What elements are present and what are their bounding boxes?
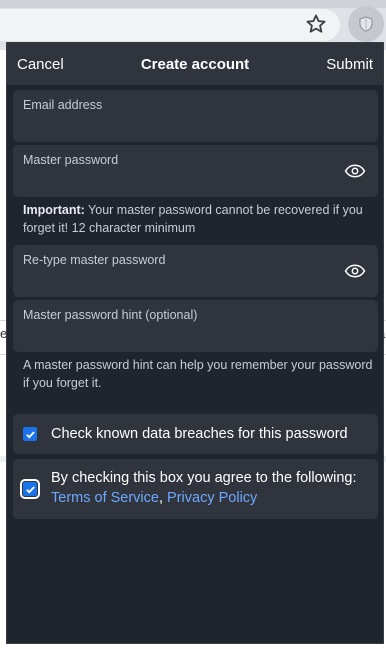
agree-label: By checking this box you agree to the fo… [51,470,357,486]
popup-header: Cancel Create account Submit [7,43,383,85]
master-password-label: Master password [23,153,119,167]
important-label: Important: [23,203,85,217]
page-title: Create account [140,55,250,73]
email-input[interactable] [23,118,323,136]
shield-icon [359,16,373,32]
create-account-popup: Cancel Create account Submit Email addre… [6,42,384,644]
hint-note: A master password hint can help you reme… [23,358,373,390]
cancel-button[interactable]: Cancel [17,56,64,73]
eye-icon[interactable] [344,264,366,278]
password-hint-field[interactable]: Master password hint (optional) [13,300,378,352]
email-field[interactable]: Email address [13,90,378,142]
link-separator: , [158,490,164,506]
important-note: Important: Your master password cannot b… [23,201,373,237]
breach-check-row[interactable]: Check known data breaches for this passw… [13,414,378,454]
check-icon [25,430,35,438]
retype-password-field[interactable]: Re-type master password [13,245,378,297]
check-icon [25,485,35,493]
hint-label: Master password hint (optional) [23,308,198,322]
terms-check-row[interactable]: By checking this box you agree to the fo… [13,459,378,519]
terms-of-service-link[interactable]: Terms of Service [51,490,159,506]
address-bar[interactable] [0,9,340,41]
star-icon[interactable] [304,12,328,36]
privacy-policy-link[interactable]: Privacy Policy [167,490,257,506]
breach-check-label: Check known data breaches for this passw… [51,426,348,442]
password-hint-input[interactable] [23,328,323,346]
master-password-field[interactable]: Master password [13,145,378,197]
eye-icon[interactable] [344,164,366,178]
extension-button[interactable] [348,6,384,42]
retype-password-input[interactable] [23,273,323,291]
submit-button[interactable]: Submit [326,56,373,73]
master-password-input[interactable] [23,173,323,191]
email-label: Email address [23,98,103,112]
breach-checkbox[interactable] [23,427,37,441]
terms-checkbox[interactable] [20,479,40,499]
tab-strip [0,0,386,8]
terms-check-text: By checking this box you agree to the fo… [51,468,356,508]
retype-label: Re-type master password [23,253,166,267]
